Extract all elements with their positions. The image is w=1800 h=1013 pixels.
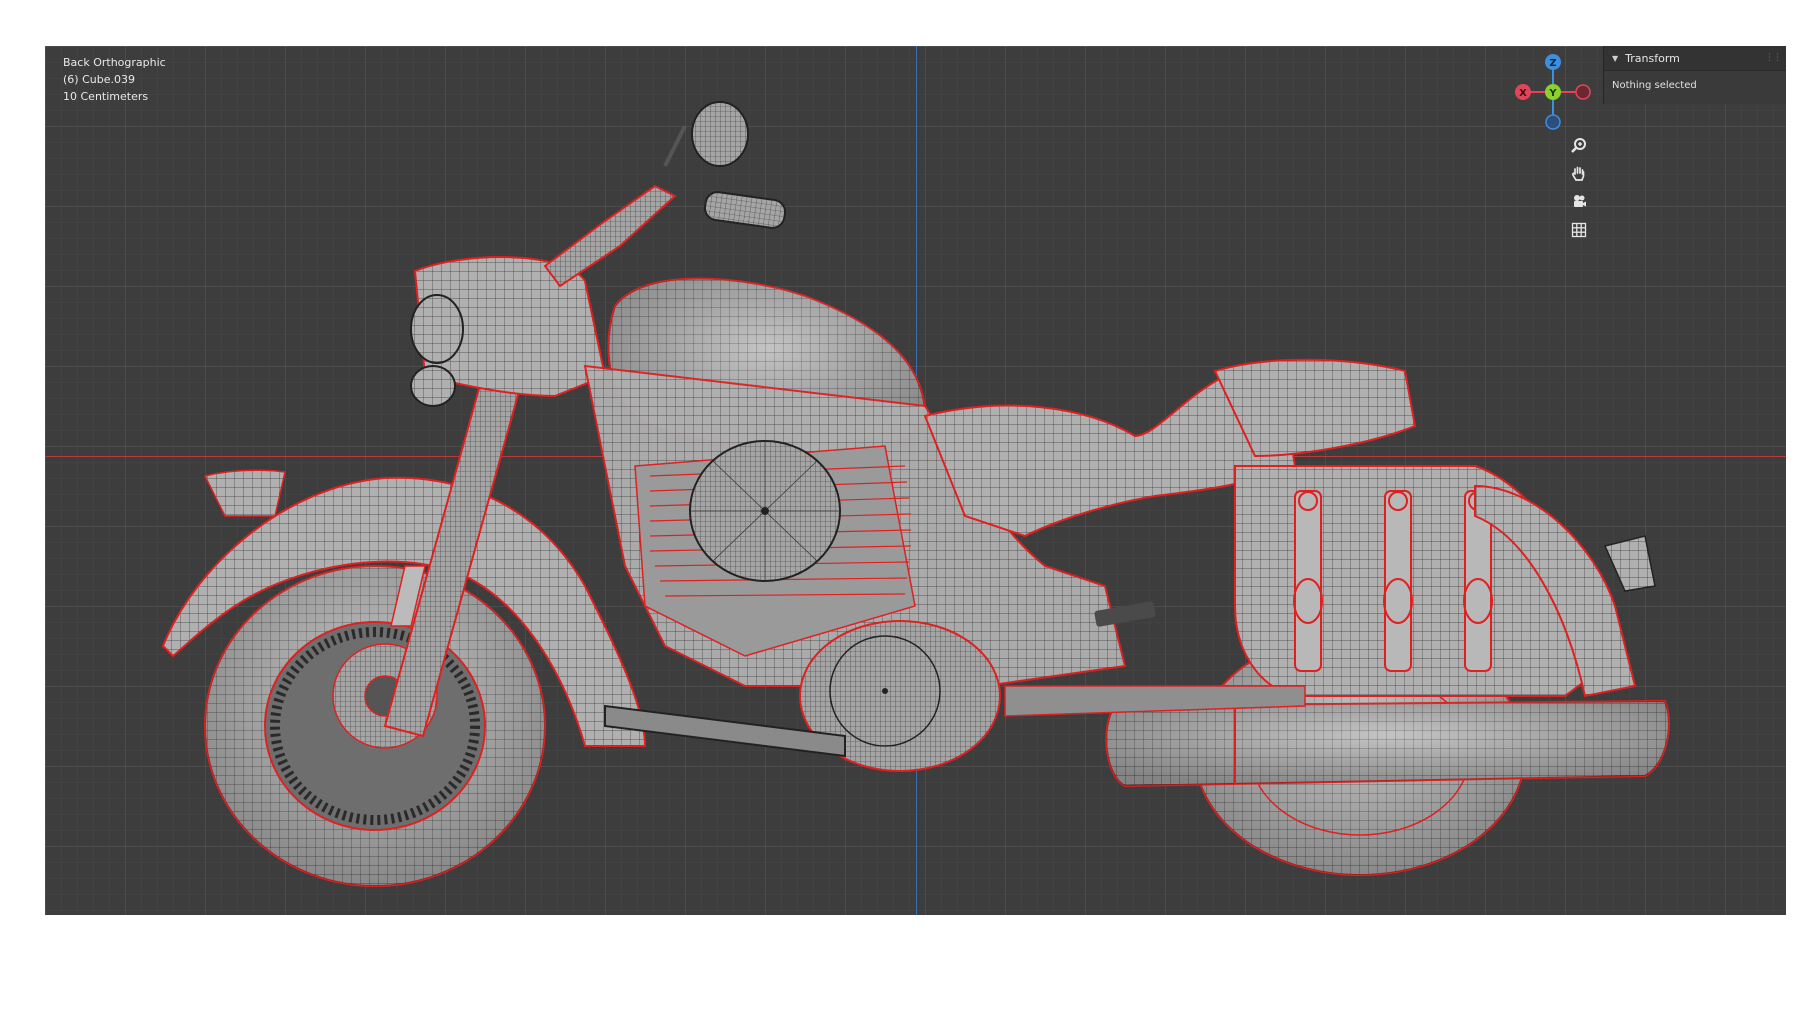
pan-button[interactable]	[1566, 161, 1592, 187]
navigation-gizmo[interactable]: Z X Y	[1513, 52, 1593, 132]
front-wheel	[204, 565, 546, 887]
collapse-triangle-icon[interactable]: ▼	[1612, 54, 1618, 63]
gizmo-y-label: Y	[1548, 88, 1557, 99]
selection-status: Nothing selected	[1612, 80, 1697, 91]
motorcycle-mesh[interactable]	[45, 46, 1786, 915]
gizmo-x-label: X	[1519, 88, 1527, 99]
transform-panel: ▼ Transform ⋮⋮ Nothing selected	[1603, 46, 1786, 104]
handlebar	[543, 184, 677, 288]
object-info: (6) Cube.039	[63, 73, 135, 86]
viewport-info: Back Orthographic (6) Cube.039 10 Centim…	[63, 54, 166, 105]
gizmo-x-axis[interactable]: X	[1515, 84, 1531, 100]
grid-toggle-button[interactable]	[1566, 217, 1592, 243]
view-name: Back Orthographic	[63, 56, 166, 69]
grid-icon	[1571, 222, 1587, 238]
zoom-button[interactable]	[1566, 133, 1592, 159]
drag-grip-icon[interactable]: ⋮⋮	[1765, 53, 1782, 63]
camera-icon	[1574, 195, 1586, 207]
gizmo-y-axis[interactable]: Y	[1545, 84, 1561, 100]
transform-panel-body: Nothing selected	[1604, 71, 1786, 104]
hand-icon	[1572, 166, 1585, 181]
grid-scale: 10 Centimeters	[63, 90, 149, 103]
gizmo-z-axis[interactable]: Z	[1545, 54, 1561, 70]
zoom-icon	[1571, 138, 1586, 153]
camera-button[interactable]	[1566, 189, 1592, 215]
transform-panel-header[interactable]: ▼ Transform ⋮⋮	[1604, 46, 1786, 71]
transform-panel-title: Transform	[1625, 51, 1680, 65]
gizmo-z-label: Z	[1549, 58, 1556, 69]
3d-viewport[interactable]: Back Orthographic (6) Cube.039 10 Centim…	[45, 46, 1786, 915]
